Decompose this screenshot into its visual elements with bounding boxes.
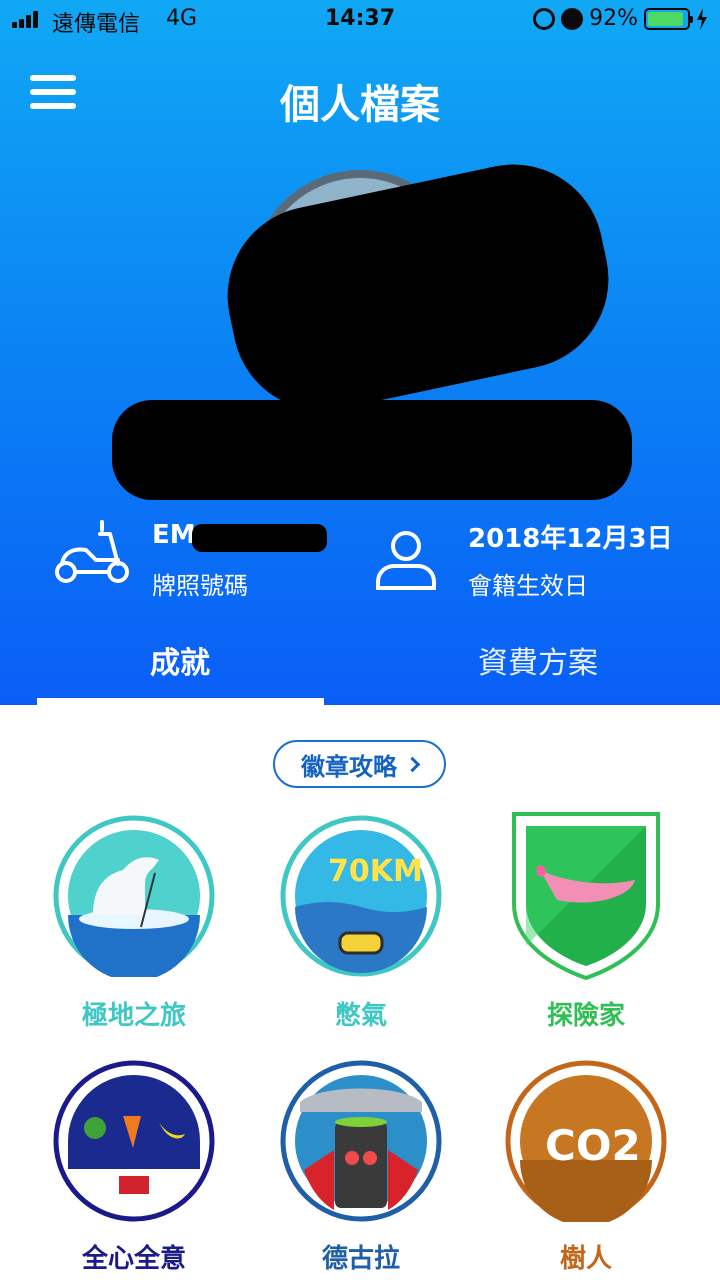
battery-percent: 92% bbox=[589, 6, 638, 31]
badge-explorer[interactable] bbox=[510, 810, 662, 982]
polar-bear-badge-icon bbox=[53, 815, 215, 977]
badge-tree-person[interactable]: CO2 bbox=[505, 1060, 667, 1222]
diver-badge-icon: 70KM bbox=[280, 815, 442, 977]
co2-badge-icon: CO2 bbox=[505, 1060, 667, 1222]
horn-shield-badge-icon bbox=[512, 812, 660, 981]
badge-breath-hold[interactable]: 70KM bbox=[280, 815, 442, 977]
badge-label-wholehearted: 全心全意 bbox=[81, 1244, 186, 1274]
chevron-right-icon bbox=[404, 756, 421, 772]
tab-achievements[interactable]: 成就 bbox=[150, 638, 210, 682]
badge-label-explorer: 探險家 bbox=[546, 1001, 625, 1031]
badge-label-polar-trip: 極地之旅 bbox=[81, 1001, 186, 1031]
rotation-lock-icon bbox=[533, 7, 556, 30]
active-tab-indicator bbox=[37, 698, 324, 705]
dracula-badge-icon bbox=[280, 1060, 442, 1222]
scooter-icon bbox=[55, 520, 129, 583]
badge-art-text: 70KM bbox=[328, 854, 423, 889]
badge-label-tree-person: 樹人 bbox=[559, 1244, 612, 1274]
badge-polar-trip[interactable] bbox=[53, 815, 215, 977]
charging-bolt-icon bbox=[697, 7, 707, 30]
badge-guide-button[interactable]: 徽章攻略 bbox=[273, 740, 446, 788]
membership-date-value: 2018年12月3日 bbox=[468, 524, 673, 554]
badge-dracula[interactable] bbox=[280, 1060, 442, 1222]
plate-number-label: 牌照號碼 bbox=[152, 572, 248, 600]
badge-wholehearted[interactable] bbox=[53, 1060, 215, 1222]
status-bar: 遠傳電信 4G 14:37 92% bbox=[0, 0, 720, 40]
page-title: 個人檔案 bbox=[280, 82, 440, 128]
alarm-icon bbox=[561, 7, 584, 30]
user-icon bbox=[376, 531, 436, 590]
plate-redaction-scribble bbox=[192, 524, 327, 552]
membership-date-label: 會籍生效日 bbox=[468, 572, 588, 600]
badge-guide-label: 徽章攻略 bbox=[301, 752, 397, 781]
battery-icon bbox=[644, 7, 693, 30]
name-redaction-scribble bbox=[112, 400, 632, 500]
plate-number-value: EM bbox=[152, 520, 196, 550]
badge-label-breath-hold: 憋氣 bbox=[334, 1001, 387, 1031]
badge-label-dracula: 德古拉 bbox=[321, 1244, 400, 1274]
badge-art-text: CO2 bbox=[545, 1121, 641, 1170]
vegetables-badge-icon bbox=[53, 1060, 215, 1222]
tab-pricing-plan[interactable]: 資費方案 bbox=[478, 638, 598, 682]
